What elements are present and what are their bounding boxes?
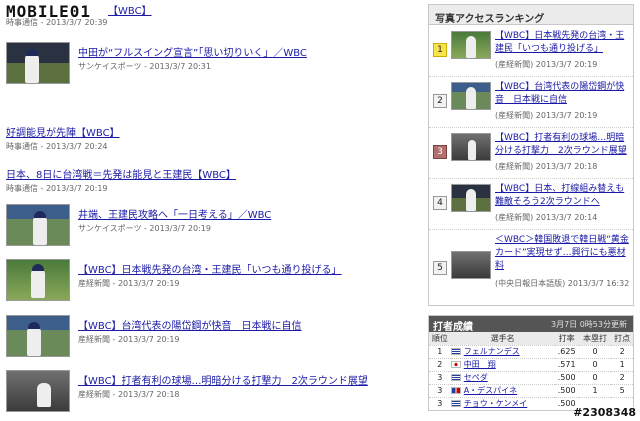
article-meta: サンケイスポーツ - 2013/3/7 20:19 xyxy=(78,224,211,233)
ranking-item: 4 【WBC】日本、打線組み替えも難敵そろう2次ラウンドへ (産経新聞) 201… xyxy=(429,180,633,230)
photo-ranking-heading: 写真アクセスランキング xyxy=(429,5,633,25)
column-header: 順位 xyxy=(429,332,451,345)
photo-ranking-panel: 写真アクセスランキング 1 【WBC】日本戦先発の台湾・王建民「いつも通り投げる… xyxy=(428,4,634,306)
rank-number: 4 xyxy=(433,196,447,210)
column-header: 本塁打 xyxy=(578,332,612,345)
ranking-thumbnail[interactable] xyxy=(451,184,491,212)
article-thumbnail[interactable] xyxy=(6,42,70,84)
rbi-cell: 5 xyxy=(611,383,633,397)
ranking-title[interactable]: 【WBC】日本戦先発の台湾・王建民「いつも通り投げる」 xyxy=(495,30,631,56)
ranking-title[interactable]: 【WBC】台湾代表の陽岱鋼が快音 日本戦に自信 xyxy=(495,81,631,107)
dominican-flag-icon xyxy=(450,387,461,394)
column-header: 打点 xyxy=(611,332,633,345)
article-meta: 産経新聞 - 2013/3/7 20:19 xyxy=(78,335,180,344)
ranking-item: 3 【WBC】打者有利の球場…明暗分ける打撃力 2次ラウンド展望 (産経新聞) … xyxy=(429,129,633,179)
ranking-meta: (中央日報日本語版) 2013/3/7 16:32 xyxy=(495,279,630,288)
ranking-meta: (産経新聞) 2013/3/7 20:14 xyxy=(495,213,598,222)
batting-stats-panel: 打者成績 3月7日 0時53分更新 順位 選手名 打率 本塁打 打点 1 フェル… xyxy=(428,315,634,411)
cuba-flag-icon xyxy=(450,400,461,408)
player-name-link[interactable]: A・デスパイネ xyxy=(464,386,517,395)
rank-cell: 2 xyxy=(429,357,451,371)
article-title[interactable]: 井端、王建民攻略へ「一日考える」／WBC xyxy=(78,206,271,221)
article-thumbnail[interactable] xyxy=(6,370,70,412)
article-title-top[interactable]: 【WBC】 xyxy=(108,2,152,17)
batting-stats-title: 打者成績 xyxy=(433,322,473,333)
rank-cell: 3 xyxy=(429,370,451,384)
rank-number: 2 xyxy=(433,94,447,108)
ranking-item: 5 ＜WBC＞韓国敗退で韓日戦“黄金カード”実現せず…興行にも悪材料 (中央日報… xyxy=(429,231,633,305)
article-meta: 産経新聞 - 2013/3/7 20:18 xyxy=(78,390,180,399)
ranking-title[interactable]: 【WBC】日本、打線組み替えも難敵そろう2次ラウンドへ xyxy=(495,183,631,209)
rank-number: 3 xyxy=(433,145,447,159)
rank-number: 1 xyxy=(433,43,447,57)
player-cell: チョウ・ケンメイ xyxy=(450,396,555,410)
japan-flag-icon xyxy=(450,361,461,368)
news-list: MOBILE01 【WBC】 時事通信 - 2013/3/7 20:39 中田が… xyxy=(0,0,420,421)
hr-cell: 0 xyxy=(578,357,612,371)
article-thumbnail[interactable] xyxy=(6,315,70,357)
batting-stats-heading: 打者成績 3月7日 0時53分更新 xyxy=(429,316,633,333)
player-cell: 中田 翔 xyxy=(450,357,555,371)
article-thumbnail[interactable] xyxy=(6,259,70,301)
avg-cell: .625 xyxy=(554,344,579,358)
article-meta: サンケイスポーツ - 2013/3/7 20:31 xyxy=(78,62,211,71)
article-meta: 時事通信 - 2013/3/7 20:19 xyxy=(6,184,108,193)
column-header: 選手名 xyxy=(450,332,555,345)
hr-cell: 0 xyxy=(578,344,612,358)
ranking-meta: (産経新聞) 2013/3/7 20:19 xyxy=(495,111,598,120)
article-thumbnail[interactable] xyxy=(6,204,70,246)
avg-cell: .571 xyxy=(554,357,579,371)
ranking-meta: (産経新聞) 2013/3/7 20:18 xyxy=(495,162,598,171)
article-title[interactable]: 日本、8日に台湾戦＝先発は能見と王建民【WBC】 xyxy=(6,166,236,181)
cuba-flag-icon xyxy=(450,374,461,381)
ranking-item: 1 【WBC】日本戦先発の台湾・王建民「いつも通り投げる」 (産経新聞) 201… xyxy=(429,27,633,77)
rbi-cell: 1 xyxy=(611,357,633,371)
hr-cell: 1 xyxy=(578,383,612,397)
ranking-title[interactable]: ＜WBC＞韓国敗退で韓日戦“黄金カード”実現せず…興行にも悪材料 xyxy=(495,234,631,273)
player-cell: フェルナンデス xyxy=(450,344,555,358)
ranking-title[interactable]: 【WBC】打者有利の球場…明暗分ける打撃力 2次ラウンド展望 xyxy=(495,132,631,158)
ranking-thumbnail[interactable] xyxy=(451,133,491,161)
ranking-thumbnail[interactable] xyxy=(451,82,491,110)
article-title[interactable]: 中田が“フルスイング宣言”「思い切りいく」／WBC xyxy=(78,44,307,59)
table-row: 3 A・デスパイネ .500 1 5 xyxy=(429,383,633,397)
rank-cell: 3 xyxy=(429,383,451,397)
table-row: 1 フェルナンデス .625 0 2 xyxy=(429,344,633,358)
ranking-item: 2 【WBC】台湾代表の陽岱鋼が快音 日本戦に自信 (産経新聞) 2013/3/… xyxy=(429,78,633,128)
article-title[interactable]: 【WBC】打者有利の球場…明暗分ける打撃力 2次ラウンド展望 xyxy=(78,372,368,387)
article-meta-top: 時事通信 - 2013/3/7 20:39 xyxy=(6,18,108,27)
table-row: 2 中田 翔 .571 0 1 xyxy=(429,357,633,371)
player-cell: セペダ xyxy=(450,370,555,384)
avg-cell: .500 xyxy=(554,370,579,384)
rank-cell: 3 xyxy=(429,396,451,410)
ranking-thumbnail[interactable] xyxy=(451,251,491,279)
article-meta: 産経新聞 - 2013/3/7 20:19 xyxy=(78,279,180,288)
rank-cell: 1 xyxy=(429,344,451,358)
ranking-thumbnail[interactable] xyxy=(451,31,491,59)
cuba-flag-icon xyxy=(450,348,461,355)
player-name-link[interactable]: 中田 翔 xyxy=(464,360,496,369)
article-title[interactable]: 【WBC】日本戦先発の台湾・王建民「いつも通り投げる」 xyxy=(78,261,342,276)
rbi-cell: 2 xyxy=(611,344,633,358)
column-header: 打率 xyxy=(554,332,579,345)
batting-stats-updated: 3月7日 0時53分更新 xyxy=(551,320,627,329)
table-row: 3 セペダ .500 0 2 xyxy=(429,370,633,384)
player-cell: A・デスパイネ xyxy=(450,383,555,397)
rank-number: 5 xyxy=(433,261,447,275)
article-title[interactable]: 【WBC】台湾代表の陽岱鋼が快音 日本戦に自信 xyxy=(78,317,302,332)
player-name-link[interactable]: フェルナンデス xyxy=(464,347,520,356)
article-meta: 時事通信 - 2013/3/7 20:24 xyxy=(6,142,108,151)
avg-cell: .500 xyxy=(554,383,579,397)
ranking-meta: (産経新聞) 2013/3/7 20:19 xyxy=(495,60,598,69)
player-name-link[interactable]: セペダ xyxy=(464,373,488,382)
batting-stats-table: 順位 選手名 打率 本塁打 打点 1 フェルナンデス .625 0 2 2 中田… xyxy=(429,332,633,410)
watermark-id: #2308348 xyxy=(573,406,636,419)
hr-cell: 0 xyxy=(578,370,612,384)
rbi-cell: 2 xyxy=(611,370,633,384)
player-name-link[interactable]: チョウ・ケンメイ xyxy=(464,399,528,408)
table-header-row: 順位 選手名 打率 本塁打 打点 xyxy=(429,332,633,345)
article-title[interactable]: 好調能見が先陣【WBC】 xyxy=(6,124,120,139)
